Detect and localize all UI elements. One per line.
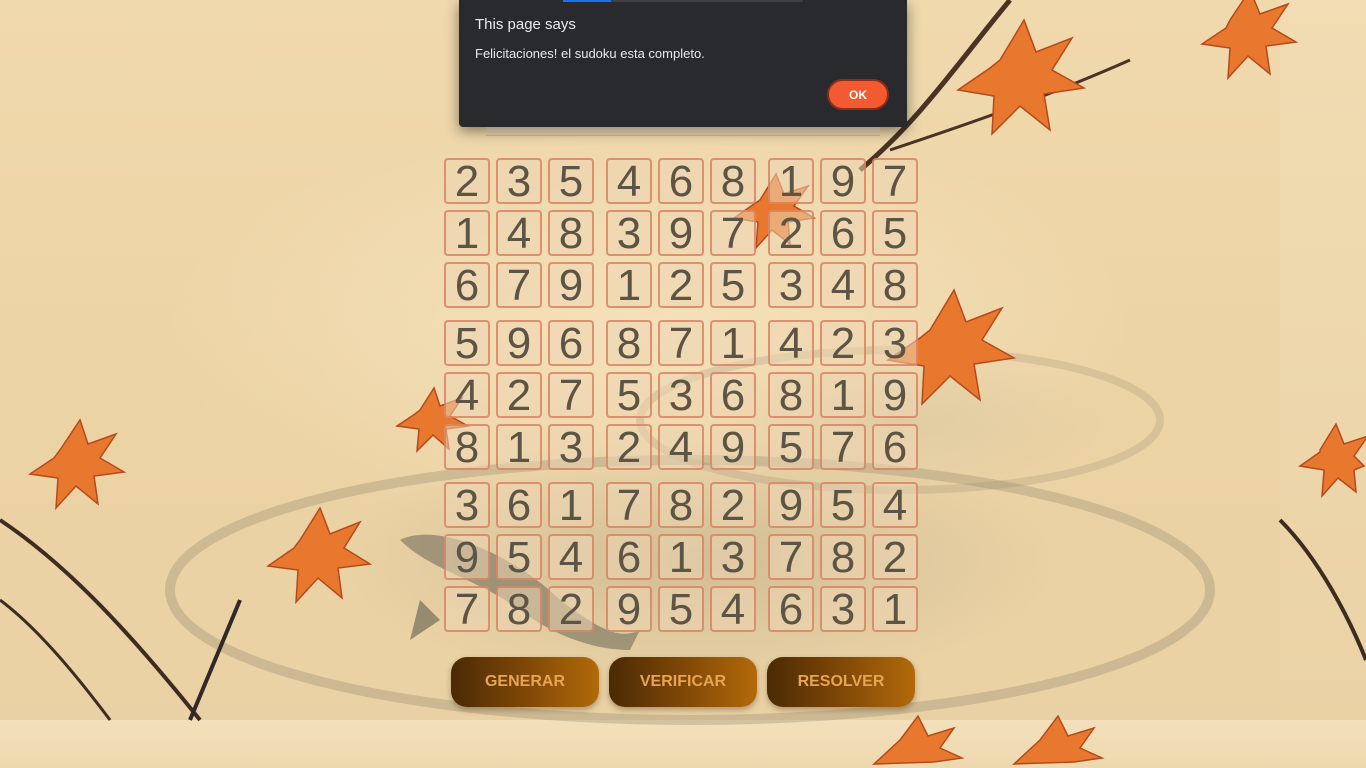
- sudoku-cell[interactable]: 6: [710, 372, 756, 418]
- sudoku-cell[interactable]: 7: [606, 482, 652, 528]
- sudoku-cell[interactable]: 5: [444, 320, 490, 366]
- sudoku-cell[interactable]: 9: [768, 482, 814, 528]
- sudoku-cell[interactable]: 5: [658, 586, 704, 632]
- sudoku-cell[interactable]: 6: [820, 210, 866, 256]
- ok-button[interactable]: OK: [827, 79, 889, 110]
- generate-button[interactable]: GENERAR: [451, 657, 599, 707]
- sudoku-cell[interactable]: 7: [768, 534, 814, 580]
- sudoku-cell[interactable]: 6: [496, 482, 542, 528]
- sudoku-cell[interactable]: 1: [768, 158, 814, 204]
- alert-dialog: This page says Felicitaciones! el sudoku…: [459, 0, 907, 127]
- sudoku-cell[interactable]: 9: [872, 372, 918, 418]
- sudoku-cell[interactable]: 8: [548, 210, 594, 256]
- dialog-message: Felicitaciones! el sudoku esta completo.: [475, 46, 705, 61]
- sudoku-cell[interactable]: 1: [710, 320, 756, 366]
- sudoku-board: 2354681971483972656791253485968714234275…: [444, 158, 924, 638]
- sudoku-cell[interactable]: 2: [606, 424, 652, 470]
- sudoku-cell[interactable]: 7: [820, 424, 866, 470]
- sudoku-cell[interactable]: 8: [820, 534, 866, 580]
- sudoku-cell[interactable]: 5: [548, 158, 594, 204]
- sudoku-cell[interactable]: 7: [496, 262, 542, 308]
- dialog-accent-bar: [563, 0, 611, 2]
- sudoku-cell[interactable]: 8: [496, 586, 542, 632]
- sudoku-cell[interactable]: 3: [444, 482, 490, 528]
- sudoku-cell[interactable]: 5: [768, 424, 814, 470]
- sudoku-cell[interactable]: 2: [768, 210, 814, 256]
- sudoku-cell[interactable]: 7: [444, 586, 490, 632]
- sudoku-cell[interactable]: 8: [658, 482, 704, 528]
- sudoku-cell[interactable]: 2: [548, 586, 594, 632]
- sudoku-cell[interactable]: 6: [606, 534, 652, 580]
- sudoku-cell[interactable]: 6: [658, 158, 704, 204]
- sudoku-cell[interactable]: 1: [548, 482, 594, 528]
- sudoku-cell[interactable]: 3: [496, 158, 542, 204]
- verify-button[interactable]: VERIFICAR: [609, 657, 757, 707]
- sudoku-cell[interactable]: 9: [658, 210, 704, 256]
- sudoku-cell[interactable]: 9: [606, 586, 652, 632]
- sudoku-cell[interactable]: 2: [444, 158, 490, 204]
- sudoku-cell[interactable]: 3: [658, 372, 704, 418]
- sudoku-cell[interactable]: 9: [496, 320, 542, 366]
- sudoku-cell[interactable]: 7: [548, 372, 594, 418]
- sudoku-cell[interactable]: 2: [820, 320, 866, 366]
- sudoku-cell[interactable]: 4: [872, 482, 918, 528]
- sudoku-cell[interactable]: 3: [548, 424, 594, 470]
- sudoku-cell[interactable]: 3: [872, 320, 918, 366]
- sudoku-cell[interactable]: 8: [872, 262, 918, 308]
- sudoku-cell[interactable]: 8: [710, 158, 756, 204]
- sudoku-cell[interactable]: 4: [820, 262, 866, 308]
- sudoku-cell[interactable]: 5: [872, 210, 918, 256]
- sudoku-cell[interactable]: 8: [444, 424, 490, 470]
- sudoku-cell[interactable]: 6: [768, 586, 814, 632]
- sudoku-cell[interactable]: 8: [768, 372, 814, 418]
- solve-button[interactable]: RESOLVER: [767, 657, 915, 707]
- dialog-accent-track: [611, 0, 803, 2]
- sudoku-cell[interactable]: 1: [872, 586, 918, 632]
- sudoku-cell[interactable]: 5: [606, 372, 652, 418]
- sudoku-cell[interactable]: 6: [872, 424, 918, 470]
- dialog-title: This page says: [475, 16, 576, 33]
- sudoku-cell[interactable]: 5: [820, 482, 866, 528]
- sudoku-cell[interactable]: 4: [444, 372, 490, 418]
- sudoku-cell[interactable]: 9: [548, 262, 594, 308]
- sudoku-cell[interactable]: 7: [872, 158, 918, 204]
- sudoku-cell[interactable]: 4: [710, 586, 756, 632]
- sudoku-cell[interactable]: 6: [548, 320, 594, 366]
- sudoku-cell[interactable]: 4: [658, 424, 704, 470]
- sudoku-cell[interactable]: 1: [444, 210, 490, 256]
- sudoku-cell[interactable]: 2: [658, 262, 704, 308]
- sudoku-cell[interactable]: 4: [768, 320, 814, 366]
- sudoku-cell[interactable]: 7: [658, 320, 704, 366]
- sudoku-cell[interactable]: 1: [496, 424, 542, 470]
- sudoku-cell[interactable]: 4: [496, 210, 542, 256]
- sudoku-cell[interactable]: 1: [658, 534, 704, 580]
- sudoku-cell[interactable]: 2: [496, 372, 542, 418]
- sudoku-cell[interactable]: 1: [606, 262, 652, 308]
- sudoku-cell[interactable]: 5: [496, 534, 542, 580]
- sudoku-cell[interactable]: 1: [820, 372, 866, 418]
- sudoku-cell[interactable]: 6: [444, 262, 490, 308]
- dialog-backdrop-edge: [486, 127, 880, 136]
- sudoku-cell[interactable]: 7: [710, 210, 756, 256]
- sudoku-cell[interactable]: 4: [606, 158, 652, 204]
- sudoku-cell[interactable]: 4: [548, 534, 594, 580]
- sudoku-cell[interactable]: 9: [820, 158, 866, 204]
- sudoku-cell[interactable]: 2: [872, 534, 918, 580]
- sudoku-cell[interactable]: 8: [606, 320, 652, 366]
- sudoku-cell[interactable]: 3: [820, 586, 866, 632]
- sudoku-cell[interactable]: 5: [710, 262, 756, 308]
- sudoku-cell[interactable]: 9: [710, 424, 756, 470]
- sudoku-cell[interactable]: 3: [606, 210, 652, 256]
- sudoku-cell[interactable]: 2: [710, 482, 756, 528]
- sudoku-cell[interactable]: 3: [710, 534, 756, 580]
- sudoku-cell[interactable]: 3: [768, 262, 814, 308]
- sudoku-cell[interactable]: 9: [444, 534, 490, 580]
